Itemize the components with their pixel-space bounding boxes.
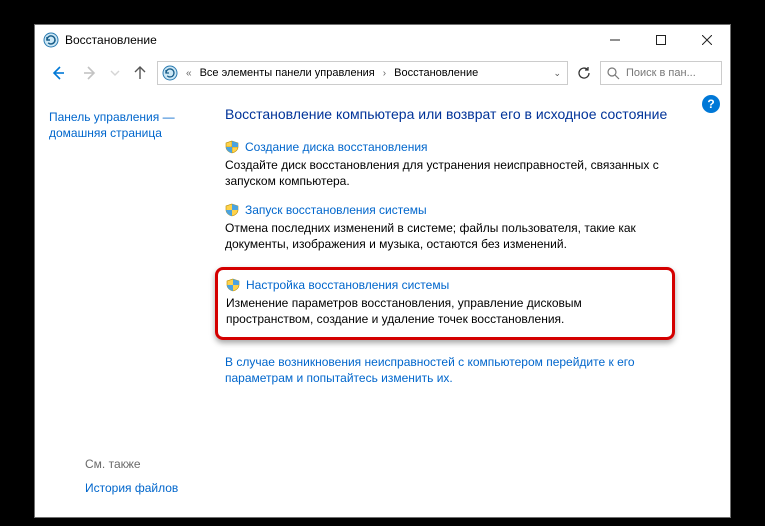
recent-locations-button[interactable] xyxy=(107,58,123,88)
breadcrumb[interactable]: « Все элементы панели управления › Восст… xyxy=(157,61,568,85)
help-icon[interactable]: ? xyxy=(702,95,720,113)
shield-icon xyxy=(226,278,240,292)
breadcrumb-icon xyxy=(162,65,178,81)
window-controls xyxy=(592,25,730,55)
sidebar: Панель управления — домашняя страница xyxy=(35,91,225,517)
see-also-section: См. также История файлов xyxy=(85,457,178,495)
window-title: Восстановление xyxy=(65,33,157,47)
recovery-icon xyxy=(43,32,59,48)
navbar: « Все элементы панели управления › Восст… xyxy=(35,55,730,91)
breadcrumb-item[interactable]: Все элементы панели управления xyxy=(200,67,375,79)
page-title: Восстановление компьютера или возврат ег… xyxy=(225,105,685,124)
search-placeholder: Поиск в пан... xyxy=(626,67,715,79)
create-recovery-drive-link[interactable]: Создание диска восстановления xyxy=(245,140,428,154)
task-description: Создайте диск восстановления для устране… xyxy=(225,157,685,189)
back-button[interactable] xyxy=(43,58,73,88)
breadcrumb-item[interactable]: Восстановление xyxy=(394,67,478,79)
task-item: Запуск восстановления системы Отмена пос… xyxy=(225,203,685,252)
close-button[interactable] xyxy=(684,25,730,55)
control-panel-window: Восстановление xyxy=(34,24,731,518)
chevron-right-icon: › xyxy=(379,68,390,79)
main-content: ? Восстановление компьютера или возврат … xyxy=(225,91,730,517)
task-item-highlighted: Настройка восстановления системы Изменен… xyxy=(215,267,675,340)
refresh-button[interactable] xyxy=(570,61,598,85)
shield-icon xyxy=(225,203,239,217)
see-also-label: См. также xyxy=(85,457,178,471)
breadcrumb-chevrons-icon: « xyxy=(182,68,196,79)
task-description: Отмена последних изменений в системе; фа… xyxy=(225,220,685,252)
up-button[interactable] xyxy=(125,58,155,88)
search-input[interactable]: Поиск в пан... xyxy=(600,61,722,85)
minimize-button[interactable] xyxy=(592,25,638,55)
task-item: Создание диска восстановления Создайте д… xyxy=(225,140,685,189)
titlebar: Восстановление xyxy=(35,25,730,55)
control-panel-home-link[interactable]: Панель управления — домашняя страница xyxy=(49,109,211,141)
configure-system-restore-link[interactable]: Настройка восстановления системы xyxy=(246,278,449,292)
search-icon xyxy=(607,67,620,80)
pc-settings-link[interactable]: В случае возникновения неисправностей с … xyxy=(225,354,685,386)
forward-button[interactable] xyxy=(75,58,105,88)
file-history-link[interactable]: История файлов xyxy=(85,481,178,495)
breadcrumb-dropdown-icon[interactable]: ⌄ xyxy=(551,68,563,79)
shield-icon xyxy=(225,140,239,154)
maximize-button[interactable] xyxy=(638,25,684,55)
body: Панель управления — домашняя страница ? … xyxy=(35,91,730,517)
open-system-restore-link[interactable]: Запуск восстановления системы xyxy=(245,203,427,217)
task-description: Изменение параметров восстановления, упр… xyxy=(226,295,662,327)
